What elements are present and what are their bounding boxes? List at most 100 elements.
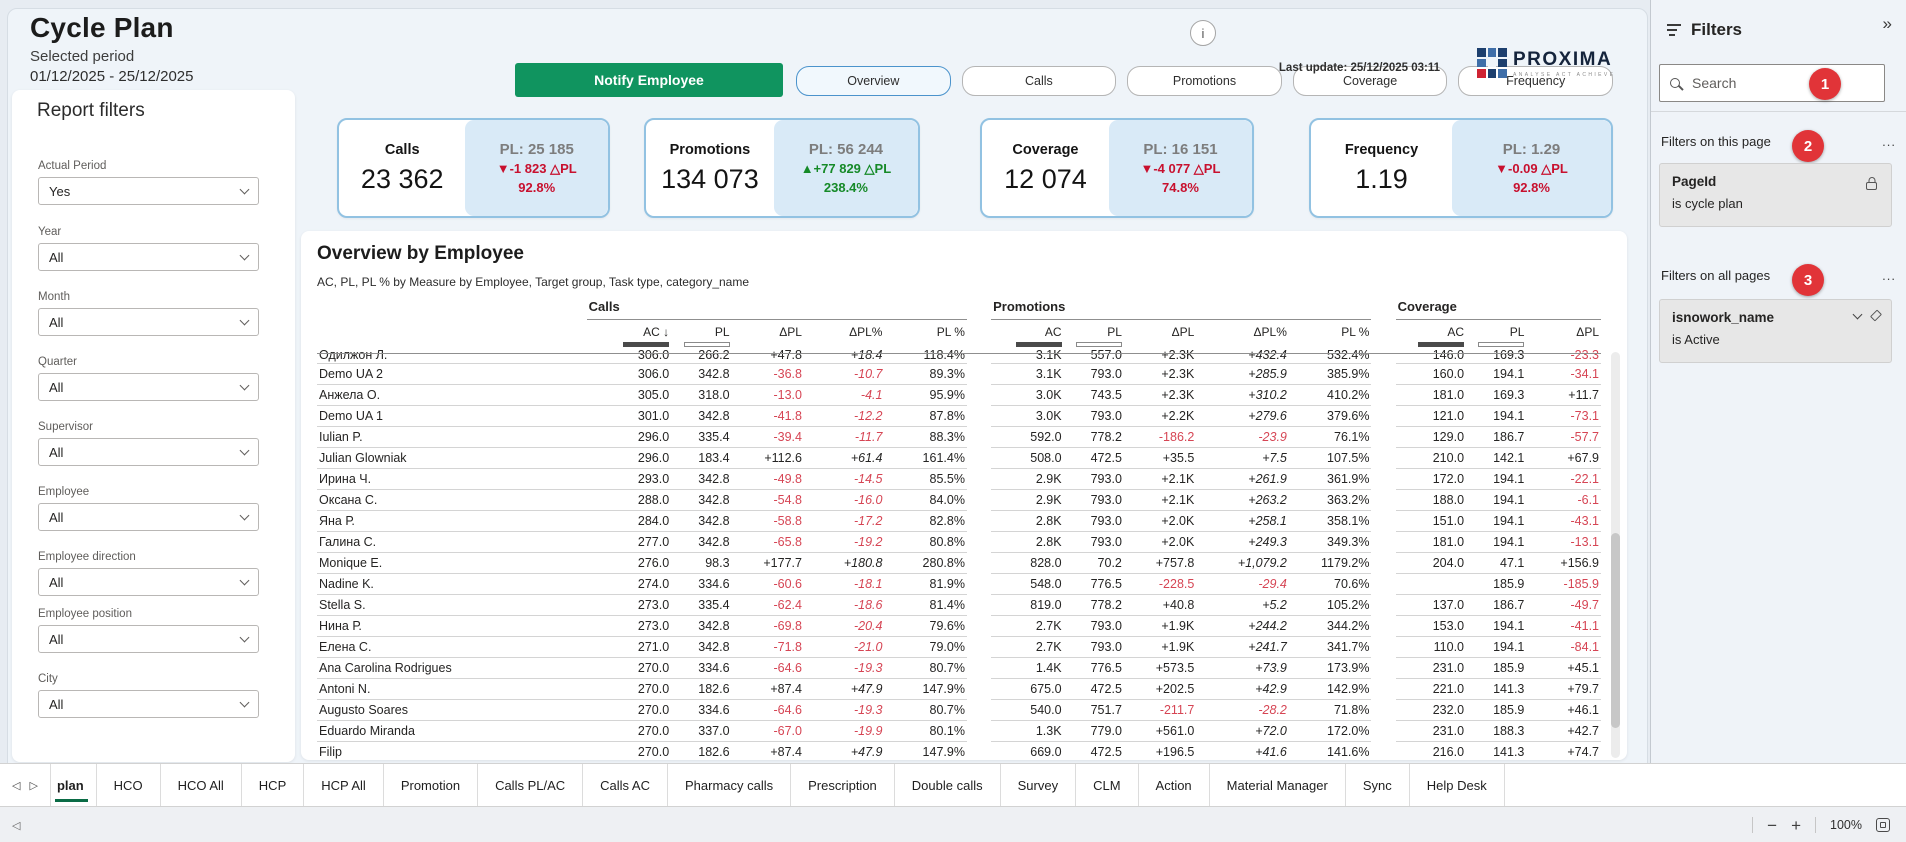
- cell: +432.4: [1196, 347, 1289, 364]
- page-tab-calls-pl-ac[interactable]: Calls PL/AC: [478, 764, 583, 806]
- column-header-calls-pl[interactable]: PL %: [884, 319, 967, 347]
- filter-card-pageid[interactable]: PageId is cycle plan: [1659, 163, 1892, 227]
- kpi-delta: ▼-4 077 △PL: [1140, 161, 1220, 177]
- column-header-promotions-pl[interactable]: ΔPL: [1124, 319, 1196, 347]
- filter-dropdown-employee-position[interactable]: All: [38, 625, 259, 653]
- tab-scroll-right-icon[interactable]: ▷: [29, 779, 37, 792]
- table-row[interactable]: Monique E.276.098.3+177.7+180.8280.8%828…: [317, 553, 1601, 574]
- info-icon[interactable]: i: [1190, 20, 1216, 46]
- table-row[interactable]: Demo UA 2306.0342.8-36.8-10.789.3%3.1K79…: [317, 364, 1601, 385]
- page-tab-hco[interactable]: HCO: [97, 764, 161, 806]
- tab-scroll-left-icon[interactable]: ◁: [12, 779, 20, 792]
- matrix-column-header-row: AC ↓PLΔPLΔPL%PL %ACPLΔPLΔPL%PL %ACPLΔPL: [317, 319, 1601, 347]
- cell: -69.8: [732, 616, 804, 637]
- fit-to-page-icon[interactable]: [1876, 818, 1890, 832]
- chevron-down-icon: [240, 632, 250, 642]
- filter-card-isnowork[interactable]: isnowork_name is Active: [1659, 299, 1892, 363]
- page-tab-sync[interactable]: Sync: [1346, 764, 1410, 806]
- table-row[interactable]: Antoni N.270.0182.6+87.4+47.9147.9%675.0…: [317, 679, 1601, 700]
- page-tab-plan[interactable]: plan: [50, 764, 97, 806]
- table-row[interactable]: Елена С.271.0342.8-71.8-21.079.0%2.7K793…: [317, 637, 1601, 658]
- section-more-icon[interactable]: ...: [1882, 134, 1896, 149]
- table-row[interactable]: Filip270.0182.6+87.4+47.9147.9%669.0472.…: [317, 742, 1601, 761]
- page-tab-clm[interactable]: CLM: [1076, 764, 1138, 806]
- cell: 185.9: [1466, 700, 1526, 721]
- table-row[interactable]: Анжела О.305.0318.0-13.0-4.195.9%3.0K743…: [317, 385, 1601, 406]
- filter-dropdown-year[interactable]: All: [38, 243, 259, 271]
- table-row[interactable]: Одилжон Л.306.0266.2+47.8+18.4118.4%3.1K…: [317, 347, 1601, 364]
- search-input[interactable]: [1690, 74, 1810, 92]
- filter-dropdown-supervisor[interactable]: All: [38, 438, 259, 466]
- table-row[interactable]: Demo UA 1301.0342.8-41.8-12.287.8%3.0K79…: [317, 406, 1601, 427]
- table-row[interactable]: Оксана С.288.0342.8-54.8-16.084.0%2.9K79…: [317, 490, 1601, 511]
- page-tab-double-calls[interactable]: Double calls: [895, 764, 1001, 806]
- filter-value: All: [49, 250, 241, 265]
- column-header-promotions-pl[interactable]: ΔPL%: [1196, 319, 1289, 347]
- column-header-calls-ac[interactable]: AC ↓: [587, 319, 672, 347]
- cell: 137.0: [1396, 595, 1466, 616]
- section-more-icon[interactable]: ...: [1882, 268, 1896, 283]
- hscroll-left-icon[interactable]: ◁: [12, 819, 20, 832]
- page-tab-calls-ac[interactable]: Calls AC: [583, 764, 668, 806]
- filter-dropdown-actual-period[interactable]: Yes: [38, 177, 259, 205]
- filter-group-actual-period: Actual PeriodYes: [38, 160, 259, 205]
- table-row[interactable]: Stella S.273.0335.4-62.4-18.681.4%819.07…: [317, 595, 1601, 616]
- filter-dropdown-city[interactable]: All: [38, 690, 259, 718]
- page-tab-help-desk[interactable]: Help Desk: [1410, 764, 1505, 806]
- scrollbar-thumb[interactable]: [1611, 533, 1620, 728]
- filter-dropdown-employee-direction[interactable]: All: [38, 568, 259, 596]
- pl-swatch: [1478, 342, 1524, 347]
- page-tab-action[interactable]: Action: [1139, 764, 1210, 806]
- filter-dropdown-quarter[interactable]: All: [38, 373, 259, 401]
- cell: 335.4: [671, 595, 731, 616]
- page-tab-hcp-all[interactable]: HCP All: [304, 764, 384, 806]
- page-tab-material-manager[interactable]: Material Manager: [1210, 764, 1346, 806]
- cell: 270.0: [587, 700, 672, 721]
- page-tab-promotion[interactable]: Promotion: [384, 764, 478, 806]
- cell: 47.1: [1466, 553, 1526, 574]
- collapse-panel-icon[interactable]: »: [1883, 14, 1892, 34]
- filter-dropdown-month[interactable]: All: [38, 308, 259, 336]
- column-header-coverage-pl[interactable]: PL: [1466, 319, 1526, 347]
- zoom-in-button[interactable]: +: [1791, 817, 1801, 834]
- cell: -16.0: [804, 490, 884, 511]
- cell: -18.6: [804, 595, 884, 616]
- table-row[interactable]: Iulian P.296.0335.4-39.4-11.788.3%592.07…: [317, 427, 1601, 448]
- page-tab-hco-all[interactable]: HCO All: [161, 764, 242, 806]
- page-tab-survey[interactable]: Survey: [1001, 764, 1076, 806]
- table-row[interactable]: Галина С.277.0342.8-65.8-19.280.8%2.8K79…: [317, 532, 1601, 553]
- table-row[interactable]: Eduardo Miranda270.0337.0-67.0-19.980.1%…: [317, 721, 1601, 742]
- cell: 793.0: [1064, 532, 1124, 553]
- cell: 182.6: [671, 742, 731, 761]
- column-header-calls-pl[interactable]: ΔPL: [732, 319, 804, 347]
- view-tab-calls[interactable]: Calls: [962, 66, 1117, 96]
- table-row[interactable]: Ana Carolina Rodrigues270.0334.6-64.6-19…: [317, 658, 1601, 679]
- filter-label: Quarter: [38, 356, 259, 368]
- cell: 210.0: [1396, 448, 1466, 469]
- cell: 334.6: [671, 658, 731, 679]
- column-header-calls-pl[interactable]: ΔPL%: [804, 319, 884, 347]
- view-tab-overview[interactable]: Overview: [796, 66, 951, 96]
- table-row[interactable]: Julian Glowniak296.0183.4+112.6+61.4161.…: [317, 448, 1601, 469]
- table-row[interactable]: Нина Р.273.0342.8-69.8-20.479.6%2.7K793.…: [317, 616, 1601, 637]
- column-header-promotions-pl[interactable]: PL %: [1289, 319, 1372, 347]
- table-row[interactable]: Яна Р.284.0342.8-58.8-17.282.8%2.8K793.0…: [317, 511, 1601, 532]
- table-row[interactable]: Augusto Soares270.0334.6-64.6-19.380.7%5…: [317, 700, 1601, 721]
- notify-employee-button[interactable]: Notify Employee: [515, 63, 783, 97]
- page-tab-pharmacy-calls[interactable]: Pharmacy calls: [668, 764, 791, 806]
- column-header-coverage-pl[interactable]: ΔPL: [1526, 319, 1601, 347]
- cell: 142.1: [1466, 448, 1526, 469]
- filter-search-box[interactable]: [1659, 64, 1885, 102]
- table-row[interactable]: Nadine K.274.0334.6-60.6-18.181.9%548.07…: [317, 574, 1601, 595]
- column-header-promotions-ac[interactable]: AC: [991, 319, 1063, 347]
- page-tab-hcp[interactable]: HCP: [242, 764, 304, 806]
- table-row[interactable]: Ирина Ч.293.0342.8-49.8-14.585.5%2.9K793…: [317, 469, 1601, 490]
- page-tab-prescription[interactable]: Prescription: [791, 764, 895, 806]
- cell: 342.8: [671, 637, 731, 658]
- column-header-calls-pl[interactable]: PL: [671, 319, 731, 347]
- zoom-out-button[interactable]: −: [1767, 817, 1777, 834]
- filter-dropdown-employee[interactable]: All: [38, 503, 259, 531]
- column-header-promotions-pl[interactable]: PL: [1064, 319, 1124, 347]
- vertical-scrollbar[interactable]: [1611, 352, 1620, 758]
- column-header-coverage-ac[interactable]: AC: [1396, 319, 1466, 347]
